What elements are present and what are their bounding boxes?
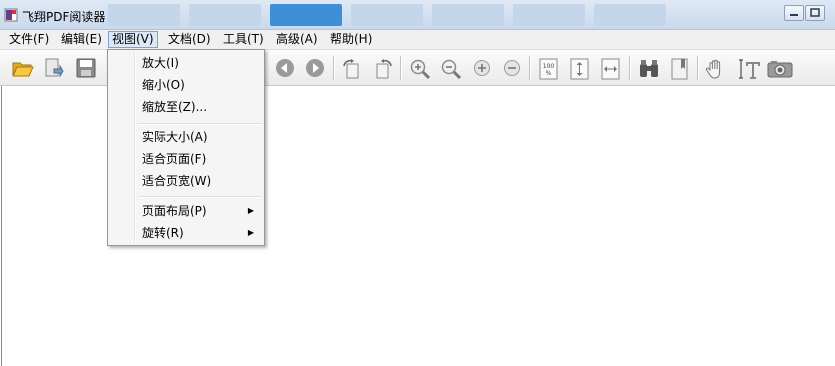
- background-tab: [108, 4, 180, 26]
- background-tab: [351, 4, 423, 26]
- bookmark-icon[interactable]: [669, 58, 689, 80]
- zoom-in-circle-icon[interactable]: [472, 58, 492, 78]
- menu-item-actual-size[interactable]: 实际大小(A): [110, 126, 262, 148]
- menu-item-fit-page[interactable]: 适合页面(F): [110, 148, 262, 170]
- save-icon[interactable]: [76, 58, 96, 78]
- previous-page-icon[interactable]: [275, 58, 295, 78]
- fit-width-icon[interactable]: [600, 58, 620, 80]
- menu-item-zoom-in[interactable]: 放大(I): [110, 52, 262, 74]
- background-taskbar-tabs: [108, 4, 675, 26]
- next-page-icon[interactable]: [305, 58, 325, 78]
- app-logo-icon: [4, 8, 18, 22]
- menu-help[interactable]: 帮助(H): [327, 31, 375, 48]
- menu-item-label: 旋转(R): [142, 226, 184, 240]
- menu-tools[interactable]: 工具(T): [220, 31, 267, 48]
- menu-edit[interactable]: 编辑(E): [58, 31, 105, 48]
- menu-item-fit-width[interactable]: 适合页宽(W): [110, 170, 262, 192]
- hand-tool-icon[interactable]: [705, 58, 725, 79]
- menu-separator: [138, 196, 262, 198]
- menu-file[interactable]: 文件(F): [6, 31, 52, 48]
- text-select-icon[interactable]: [737, 58, 760, 79]
- open-folder-icon[interactable]: [12, 58, 34, 78]
- menu-item-page-layout[interactable]: 页面布局(P) ▶: [110, 200, 262, 222]
- menu-advanced[interactable]: 高级(A): [273, 31, 321, 48]
- background-tab: [432, 4, 504, 26]
- menu-item-label: 缩小(O): [142, 78, 185, 92]
- export-icon[interactable]: [44, 58, 64, 78]
- document-area-left-border: [1, 86, 2, 366]
- menu-item-label: 缩放至(Z)...: [142, 100, 208, 114]
- minimize-button[interactable]: [784, 5, 804, 21]
- menu-document[interactable]: 文档(D): [165, 31, 214, 48]
- background-tab: [594, 4, 666, 26]
- menu-item-label: 适合页面(F): [142, 152, 207, 166]
- actual-size-icon[interactable]: 100%: [538, 58, 558, 80]
- menu-item-label: 适合页宽(W): [142, 174, 212, 188]
- menu-separator: [138, 123, 262, 125]
- toolbar-separator: [697, 56, 699, 80]
- menu-item-zoom-to[interactable]: 缩放至(Z)...: [110, 96, 262, 118]
- submenu-arrow-icon: ▶: [247, 206, 254, 215]
- snapshot-camera-icon[interactable]: [767, 58, 793, 78]
- svg-text:100: 100: [543, 63, 555, 70]
- zoom-in-magnifier-icon[interactable]: [409, 58, 431, 80]
- fit-page-icon[interactable]: [569, 58, 589, 80]
- menu-item-rotate[interactable]: 旋转(R) ▶: [110, 222, 262, 244]
- background-tab: [189, 4, 261, 26]
- view-menu-dropdown: 放大(I) 缩小(O) 缩放至(Z)... 实际大小(A) 适合页面(F) 适合…: [107, 49, 265, 246]
- background-tab-active: [270, 4, 342, 26]
- zoom-out-magnifier-icon[interactable]: [440, 58, 462, 80]
- background-tab: [513, 4, 585, 26]
- zoom-out-circle-icon[interactable]: [502, 58, 522, 78]
- maximize-button[interactable]: [805, 5, 825, 21]
- submenu-arrow-icon: ▶: [247, 228, 254, 237]
- window-title: 飞翔PDF阅读器: [22, 10, 106, 24]
- toolbar-separator: [529, 56, 531, 80]
- menu-item-label: 放大(I): [142, 56, 179, 70]
- menu-item-label: 实际大小(A): [142, 130, 208, 144]
- menu-item-zoom-out[interactable]: 缩小(O): [110, 74, 262, 96]
- toolbar-separator: [629, 56, 631, 80]
- toolbar-separator: [333, 56, 335, 80]
- toolbar-separator: [400, 56, 402, 80]
- menu-view[interactable]: 视图(V): [108, 31, 158, 48]
- rotate-clockwise-icon[interactable]: [341, 58, 361, 79]
- find-binoculars-icon[interactable]: [638, 58, 658, 78]
- svg-text:%: %: [546, 70, 552, 77]
- rotate-counterclockwise-icon[interactable]: [372, 58, 392, 79]
- menu-item-label: 页面布局(P): [142, 204, 207, 218]
- menu-bar: 文件(F) 编辑(E) 视图(V) 文档(D) 工具(T) 高级(A) 帮助(H…: [0, 30, 835, 50]
- title-bar: 飞翔PDF阅读器: [0, 0, 835, 30]
